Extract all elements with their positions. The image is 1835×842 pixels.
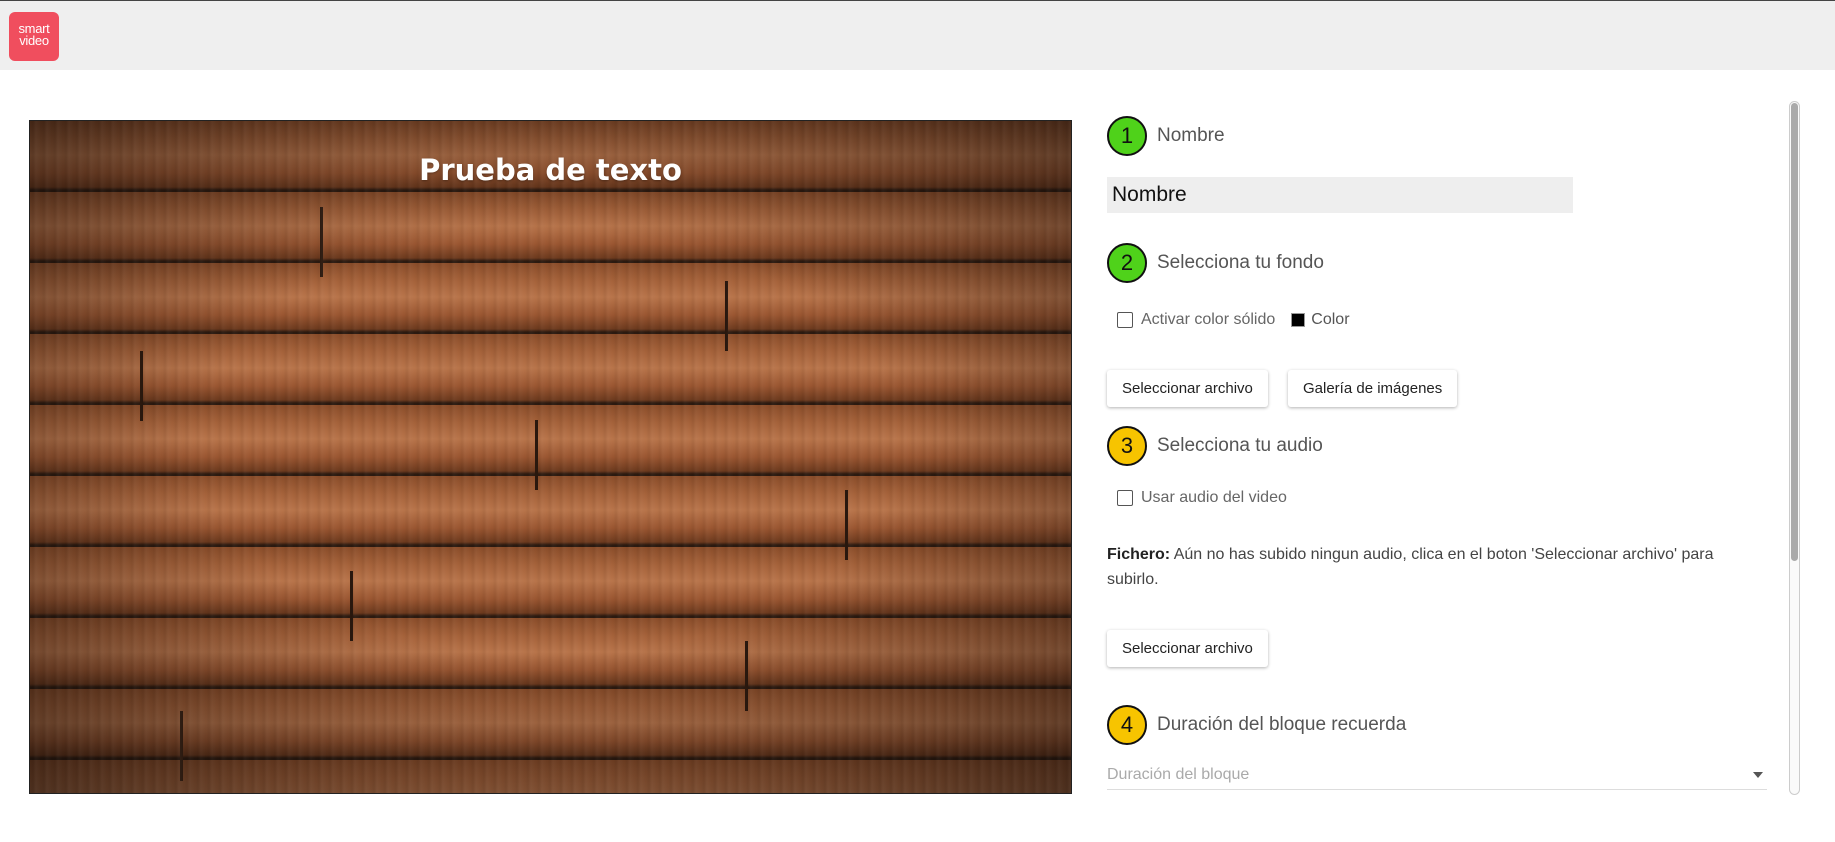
solid-color-label: Activar color sólido [1141,311,1276,328]
settings-panel: 1 Nombre 2 Selecciona tu fondo Activar c… [1107,110,1767,800]
select-audio-file-button[interactable]: Seleccionar archivo [1107,630,1268,667]
select-background-file-button[interactable]: Seleccionar archivo [1107,370,1268,407]
chevron-down-icon [1753,771,1763,778]
audio-file-status: Fichero: Aún no has subido ningun audio,… [1107,542,1757,592]
duration-select-placeholder: Duración del bloque [1107,765,1250,783]
video-preview: Prueba de texto [29,120,1072,794]
step-3-badge: 3 [1107,426,1147,466]
name-input[interactable] [1107,177,1573,213]
use-video-audio-row: Usar audio del video [1117,489,1287,507]
step-4-header: 4 Duración del bloque recuerda [1107,705,1406,745]
step-3-header: 3 Selecciona tu audio [1107,426,1323,466]
panel-scrollbar[interactable] [1789,101,1800,795]
step-1-label: Nombre [1157,125,1225,146]
file-prefix: Fichero: [1107,546,1171,563]
step-2-badge: 2 [1107,243,1147,283]
use-video-audio-checkbox[interactable] [1117,490,1133,506]
preview-title-text: Prueba de texto [419,153,682,187]
duration-select[interactable]: Duración del bloque [1107,760,1767,790]
color-picker-swatch[interactable] [1291,313,1306,327]
step-1-badge: 1 [1107,116,1147,156]
solid-color-row: Activar color sólido Color [1117,311,1350,329]
panel-scrollbar-thumb[interactable] [1791,103,1798,561]
use-video-audio-label: Usar audio del video [1141,489,1287,506]
step-4-label: Duración del bloque recuerda [1157,714,1407,735]
step-4-badge: 4 [1107,705,1147,745]
logo-line-2: video [19,33,49,48]
step-2-header: 2 Selecciona tu fondo [1107,243,1324,283]
solid-color-checkbox[interactable] [1117,312,1133,328]
color-label: Color [1311,311,1350,328]
step-3-label: Selecciona tu audio [1157,435,1323,456]
top-bar: smart video [0,0,1835,70]
step-2-label: Selecciona tu fondo [1157,252,1324,273]
file-message: Aún no has subido ningun audio, clica en… [1107,546,1714,588]
image-gallery-button[interactable]: Galería de imágenes [1288,370,1458,407]
step-1-header: 1 Nombre [1107,116,1225,156]
smart-video-logo[interactable]: smart video [9,12,59,61]
